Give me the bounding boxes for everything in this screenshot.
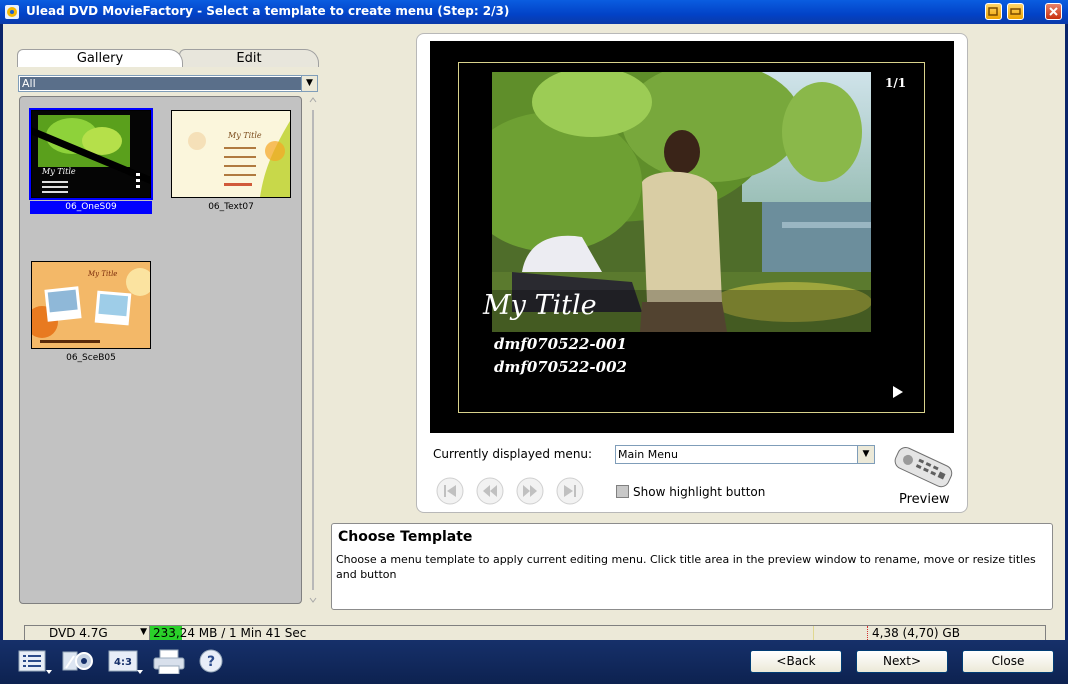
menu-title[interactable]: My Title bbox=[483, 290, 597, 321]
help-title: Choose Template bbox=[338, 529, 473, 545]
help-icon[interactable]: ? bbox=[198, 648, 226, 674]
template-item-selected[interactable]: My Title bbox=[29, 108, 153, 200]
thumb-title: My Title bbox=[88, 270, 118, 278]
disc-type-value: DVD 4.7G bbox=[49, 626, 108, 640]
help-panel: Choose Template Choose a menu template t… bbox=[331, 523, 1053, 610]
show-highlight-label: Show highlight button bbox=[633, 485, 766, 499]
marker-line bbox=[813, 626, 814, 640]
capacity-limit-marker bbox=[867, 626, 869, 640]
svg-text:?: ? bbox=[207, 654, 215, 670]
tab-gallery[interactable]: Gallery bbox=[17, 49, 183, 67]
category-dropdown[interactable]: All ▼ bbox=[18, 75, 318, 92]
title-bar: Ulead DVD MovieFactory - Select a templa… bbox=[0, 0, 1068, 24]
thumb-title: My Title bbox=[42, 167, 76, 176]
close-icon bbox=[1049, 7, 1058, 16]
template-label[interactable]: 06_SceB05 bbox=[30, 352, 152, 365]
chevron-down-icon[interactable]: ▼ bbox=[140, 627, 147, 637]
back-button[interactable]: <Back bbox=[750, 650, 842, 673]
template-label[interactable]: 06_OneS09 bbox=[30, 201, 152, 214]
next-button[interactable]: Next> bbox=[856, 650, 948, 673]
fast-forward-icon[interactable] bbox=[515, 476, 545, 506]
settings-icon[interactable] bbox=[62, 648, 96, 674]
page-indicator: 1/1 bbox=[885, 76, 907, 90]
used-space-text: 233,24 MB / 1 Min 41 Sec bbox=[153, 626, 307, 640]
template-gallery: My Title 06_OneS09 My Title 06_Text07 My… bbox=[19, 96, 302, 604]
menu-list-icon[interactable] bbox=[18, 648, 54, 674]
thumb-title: My Title bbox=[228, 131, 262, 140]
svg-text:4:3: 4:3 bbox=[114, 657, 132, 668]
current-menu-label: Currently displayed menu: bbox=[433, 447, 593, 461]
template-thumbnail: My Title bbox=[31, 110, 151, 198]
help-text: Choose a menu template to apply current … bbox=[336, 553, 1036, 581]
template-item[interactable]: My Title bbox=[171, 110, 291, 198]
show-highlight-checkbox[interactable] bbox=[616, 485, 629, 498]
next-page-icon[interactable] bbox=[891, 385, 905, 399]
window-title: Ulead DVD MovieFactory - Select a templa… bbox=[26, 4, 510, 18]
chevron-down-icon[interactable]: ▼ bbox=[857, 446, 874, 463]
last-menu-icon[interactable] bbox=[555, 476, 585, 506]
rewind-icon[interactable] bbox=[475, 476, 505, 506]
minimize-button[interactable] bbox=[985, 3, 1002, 20]
close-window-button[interactable] bbox=[1045, 3, 1062, 20]
template-preview-image bbox=[172, 111, 290, 197]
menu-item[interactable]: dmf070522-002 bbox=[494, 358, 627, 376]
free-space-text: 4,38 (4,70) GB bbox=[872, 626, 960, 640]
template-label[interactable]: 06_Text07 bbox=[170, 201, 292, 214]
first-menu-icon[interactable] bbox=[435, 476, 465, 506]
print-icon[interactable] bbox=[152, 648, 186, 674]
preview-button-label[interactable]: Preview bbox=[899, 492, 950, 507]
current-menu-value: Main Menu bbox=[618, 448, 678, 461]
category-value: All bbox=[20, 77, 301, 90]
tab-edit[interactable]: Edit bbox=[179, 49, 319, 67]
template-item[interactable]: My Title bbox=[31, 261, 151, 349]
minimize-icon bbox=[1010, 8, 1021, 15]
gallery-scrollbar[interactable] bbox=[308, 96, 318, 606]
disc-type-dropdown[interactable]: DVD 4.7G ▼ bbox=[25, 626, 150, 640]
disc-capacity-bar: DVD 4.7G ▼ 233,24 MB / 1 Min 41 Sec 4,38… bbox=[24, 625, 1046, 641]
remote-control-icon[interactable] bbox=[888, 444, 958, 492]
menu-item[interactable]: dmf070522-001 bbox=[494, 335, 627, 353]
app-icon bbox=[5, 5, 19, 19]
aspect-ratio-icon[interactable]: 4:3 bbox=[108, 648, 144, 674]
chevron-down-icon[interactable]: ▼ bbox=[301, 76, 317, 91]
current-menu-dropdown[interactable]: Main Menu ▼ bbox=[615, 445, 875, 464]
template-preview-image bbox=[32, 111, 150, 197]
close-button[interactable]: Close bbox=[962, 650, 1054, 673]
maximize-button[interactable] bbox=[1007, 3, 1024, 20]
restore-icon bbox=[988, 7, 998, 16]
main-window: Gallery Edit All ▼ My Title 06_OneS09 My… bbox=[3, 24, 1065, 682]
scrollbar-track bbox=[309, 97, 317, 603]
